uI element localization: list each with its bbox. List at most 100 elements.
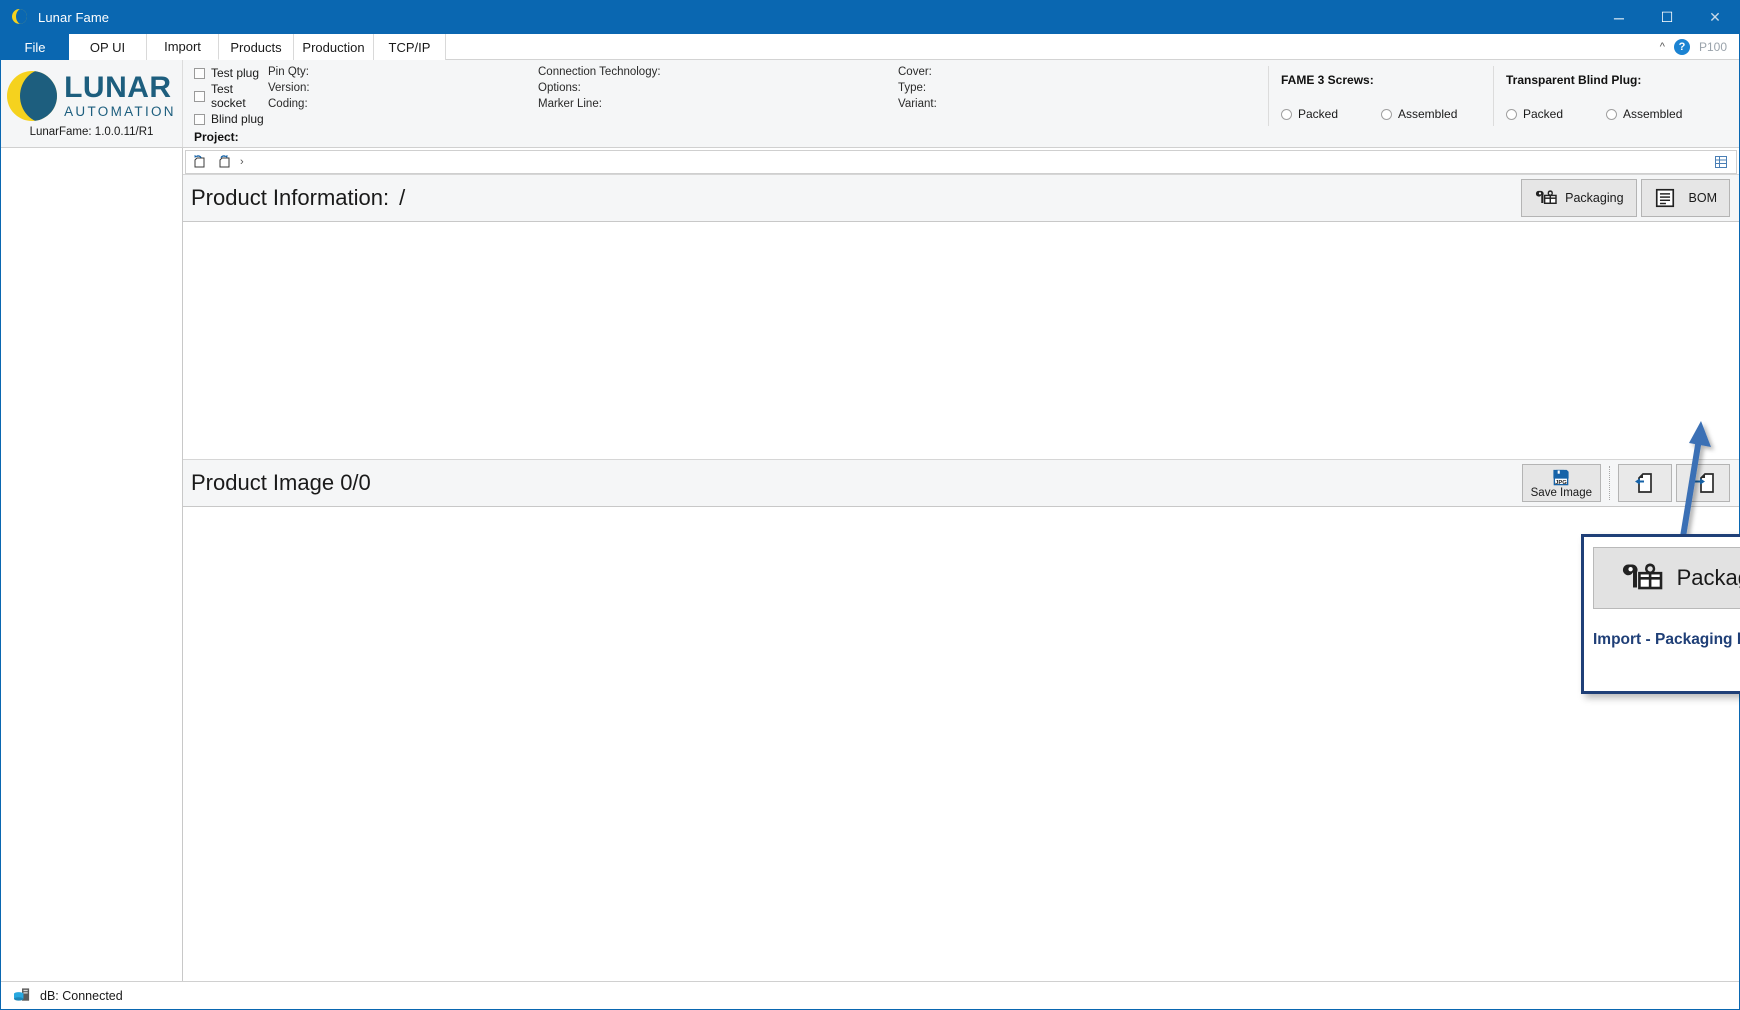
- product-image-header: Product Image 0/0 JPG Save Image: [183, 459, 1739, 507]
- user-label: P100: [1698, 39, 1727, 54]
- radio-blindplug-assembled[interactable]: Assembled: [1606, 107, 1706, 121]
- checkbox-test-plug[interactable]: Test plug: [194, 66, 268, 80]
- title-bar: Lunar Fame ─ ☐ ✕: [1, 1, 1739, 34]
- field-version: Version:: [268, 82, 310, 94]
- radio-fame3-assembled[interactable]: Assembled: [1381, 107, 1481, 121]
- svg-text:JPG: JPG: [1555, 480, 1567, 486]
- grid-view-icon[interactable]: [1714, 155, 1728, 169]
- save-image-button[interactable]: JPG Save Image: [1521, 464, 1601, 502]
- ribbon-tab-strip: File OP UI Import Products Production TC…: [1, 34, 1739, 60]
- field-pin-qty: Pin Qty:: [268, 66, 309, 78]
- logo-text-lunar: LUNAR: [64, 71, 172, 105]
- help-icon[interactable]: ?: [1673, 38, 1690, 55]
- field-marker-line: Marker Line:: [538, 98, 602, 110]
- product-info-button-group: Packaging BOM: [1521, 179, 1739, 217]
- annotation-zoom-button-label: Packaging: [1676, 565, 1740, 590]
- chevron-up-icon[interactable]: ^: [1660, 41, 1665, 53]
- checkbox-box[interactable]: [194, 113, 205, 125]
- ribbon-option-panels: FAME 3 Screws: Packed Assembled Transpar…: [1268, 66, 1718, 126]
- panel-title: Transparent Blind Plug:: [1506, 73, 1642, 87]
- main-body: › Product Information: / Packaging BOM P…: [1, 148, 1740, 981]
- lunar-moon-logo-icon: [7, 71, 58, 121]
- tab-strip-filler: [446, 34, 1660, 59]
- button-separator: [1609, 466, 1610, 500]
- tab-production[interactable]: Production: [294, 34, 374, 60]
- brand-logo-group: LUNAR AUTOMATION LunarFame: 1.0.0.11/R1: [1, 60, 183, 147]
- maximize-button[interactable]: ☐: [1643, 1, 1691, 34]
- product-information-canvas: Packaging Import - Packaging button: [183, 222, 1740, 694]
- breadcrumb[interactable]: ›: [185, 150, 1737, 174]
- checkbox-blind-plug[interactable]: Blind plug: [194, 112, 268, 126]
- ribbon-main-area: Test plug Test socket Blind plug Pin Qty…: [183, 60, 1739, 147]
- navigate-forward-folder-icon[interactable]: [217, 154, 235, 170]
- radio-dot[interactable]: [1381, 108, 1392, 120]
- tab-op-ui[interactable]: OP UI: [69, 34, 147, 60]
- panel-transparent-blind-plug: Transparent Blind Plug: Packed Assembled: [1493, 66, 1718, 126]
- project-label: Project:: [194, 129, 239, 144]
- field-variant: Variant:: [898, 98, 937, 110]
- packaging-button-label: Packaging: [1565, 191, 1624, 205]
- field-options: Options:: [538, 82, 581, 94]
- radio-row: Packed Assembled: [1506, 107, 1718, 121]
- bom-button-label: BOM: [1688, 191, 1717, 205]
- radio-dot[interactable]: [1506, 108, 1517, 120]
- checkbox-box[interactable]: [194, 90, 205, 102]
- radio-dot[interactable]: [1606, 108, 1617, 120]
- radio-label: Packed: [1298, 107, 1339, 121]
- close-button[interactable]: ✕: [1691, 1, 1739, 34]
- previous-page-icon: [1632, 470, 1658, 496]
- product-image-canvas: [183, 507, 1739, 981]
- radio-blindplug-packed[interactable]: Packed: [1506, 107, 1606, 121]
- tab-tcpip[interactable]: TCP/IP: [374, 34, 446, 60]
- packaging-button[interactable]: Packaging: [1521, 179, 1637, 217]
- minimize-button[interactable]: ─: [1595, 1, 1643, 34]
- checkbox-test-socket[interactable]: Test socket: [194, 82, 268, 110]
- logo-wordmark: LUNAR AUTOMATION: [64, 73, 176, 119]
- checkbox-label: Blind plug: [211, 112, 264, 126]
- save-image-label: Save Image: [1530, 487, 1592, 499]
- logo-text-automation: AUTOMATION: [64, 104, 176, 120]
- save-jpg-icon: JPG: [1549, 468, 1573, 487]
- ribbon-fields-row: Test plug Test socket Blind plug Pin Qty…: [183, 60, 1739, 126]
- database-connected-icon: [13, 987, 32, 1004]
- previous-image-button[interactable]: [1618, 464, 1672, 502]
- app-moon-icon: [12, 9, 29, 26]
- annotation-zoom-packaging-button: Packaging: [1593, 547, 1740, 609]
- field-column-cover: Cover: Type: Variant:: [898, 66, 1268, 126]
- checkbox-label: Test plug: [211, 66, 260, 80]
- content-pane: › Product Information: / Packaging BOM P…: [183, 148, 1740, 981]
- radio-row: Packed Assembled: [1281, 107, 1493, 121]
- radio-fame3-packed[interactable]: Packed: [1281, 107, 1381, 121]
- packaging-gift-wrench-icon: [1534, 188, 1558, 208]
- next-page-icon: [1690, 470, 1716, 496]
- logo-row: LUNAR AUTOMATION: [7, 71, 176, 121]
- packaging-gift-wrench-icon: [1619, 559, 1665, 597]
- tab-file[interactable]: File: [1, 34, 69, 60]
- product-information-header: Product Information: / Packaging BOM: [183, 174, 1739, 222]
- field-cover: Cover:: [898, 66, 932, 78]
- product-image-button-group: JPG Save Image: [1521, 464, 1739, 502]
- ribbon-utility-area: ^ ? P100: [1660, 34, 1739, 59]
- field-column-connection: Connection Technology: Options: Marker L…: [538, 66, 898, 126]
- page-title: Product Information:: [191, 185, 390, 210]
- next-image-button[interactable]: [1676, 464, 1730, 502]
- bom-button[interactable]: BOM: [1640, 179, 1730, 217]
- checkbox-label: Test socket: [211, 82, 246, 110]
- radio-dot[interactable]: [1281, 108, 1292, 120]
- product-image-title: Product Image 0/0: [191, 470, 371, 495]
- navigate-back-folder-icon[interactable]: [192, 154, 210, 170]
- left-side-panel: [1, 148, 183, 981]
- window-title: Lunar Fame: [38, 10, 110, 25]
- checkbox-box[interactable]: [194, 67, 205, 79]
- status-text: dB: Connected: [40, 988, 123, 1003]
- bom-list-icon: [1654, 187, 1676, 209]
- breadcrumb-separator: ›: [240, 156, 244, 168]
- plug-type-checkbox-group: Test plug Test socket Blind plug: [183, 66, 268, 126]
- field-column-pin: Pin Qty: Version: Coding:: [268, 66, 538, 126]
- product-path-value: /: [399, 185, 406, 210]
- tab-import[interactable]: Import: [147, 34, 219, 60]
- tab-products[interactable]: Products: [219, 34, 294, 60]
- annotation-caption: Import - Packaging button: [1593, 631, 1740, 648]
- field-connection-technology: Connection Technology:: [538, 66, 661, 78]
- panel-title: FAME 3 Screws:: [1281, 73, 1374, 87]
